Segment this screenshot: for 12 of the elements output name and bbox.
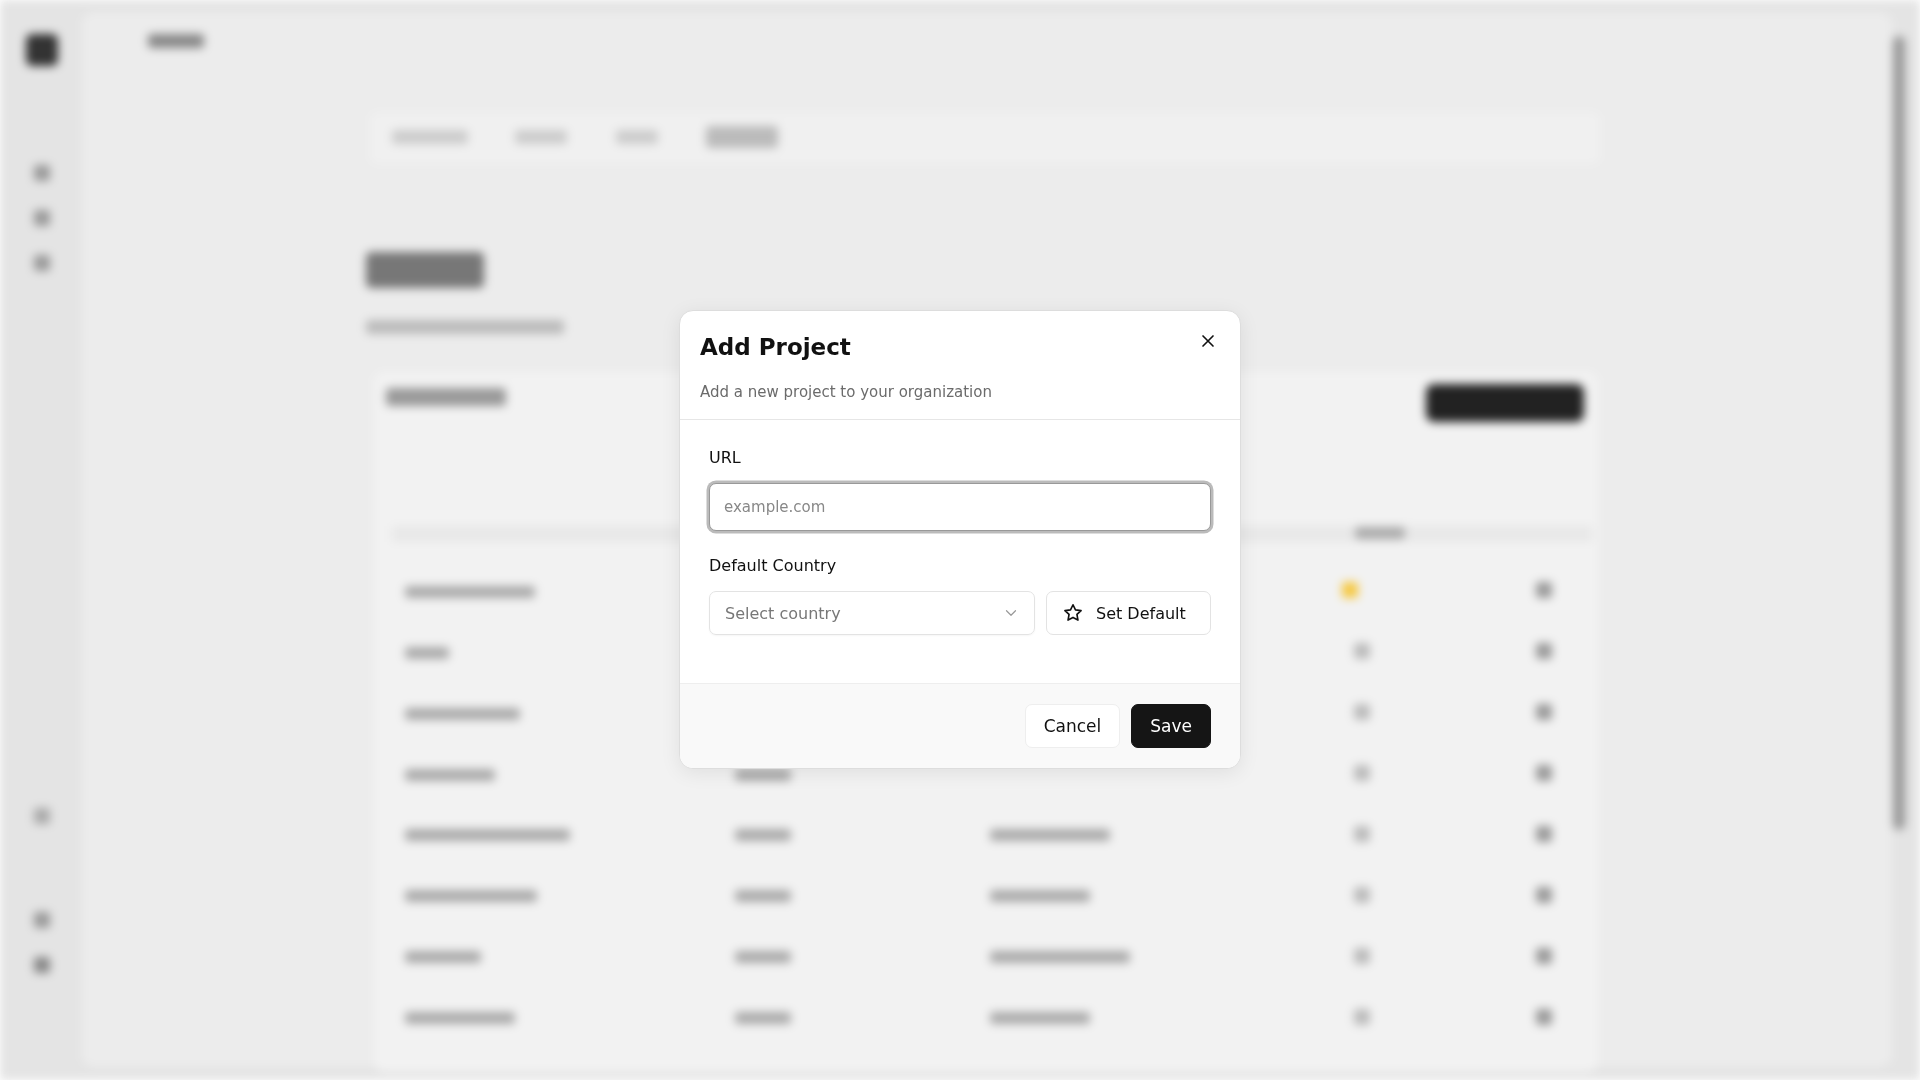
- field-label: Default Country: [709, 556, 838, 575]
- button-label: Set Default: [1096, 603, 1186, 623]
- save-button[interactable]: Save: [1131, 704, 1211, 748]
- set-default-button[interactable]: Set Default: [1046, 591, 1211, 635]
- url-field[interactable]: example.com: [709, 483, 1211, 531]
- dialog-title: Add Project: [700, 333, 851, 362]
- cancel-button[interactable]: Cancel: [1024, 704, 1121, 748]
- star-icon: [1062, 602, 1084, 624]
- dropdown-placeholder: Select country: [725, 603, 841, 623]
- dialog-description: Add a new project to your organization: [700, 383, 993, 401]
- field-label: URL: [709, 448, 742, 467]
- country-dropdown[interactable]: Select country: [709, 591, 1035, 635]
